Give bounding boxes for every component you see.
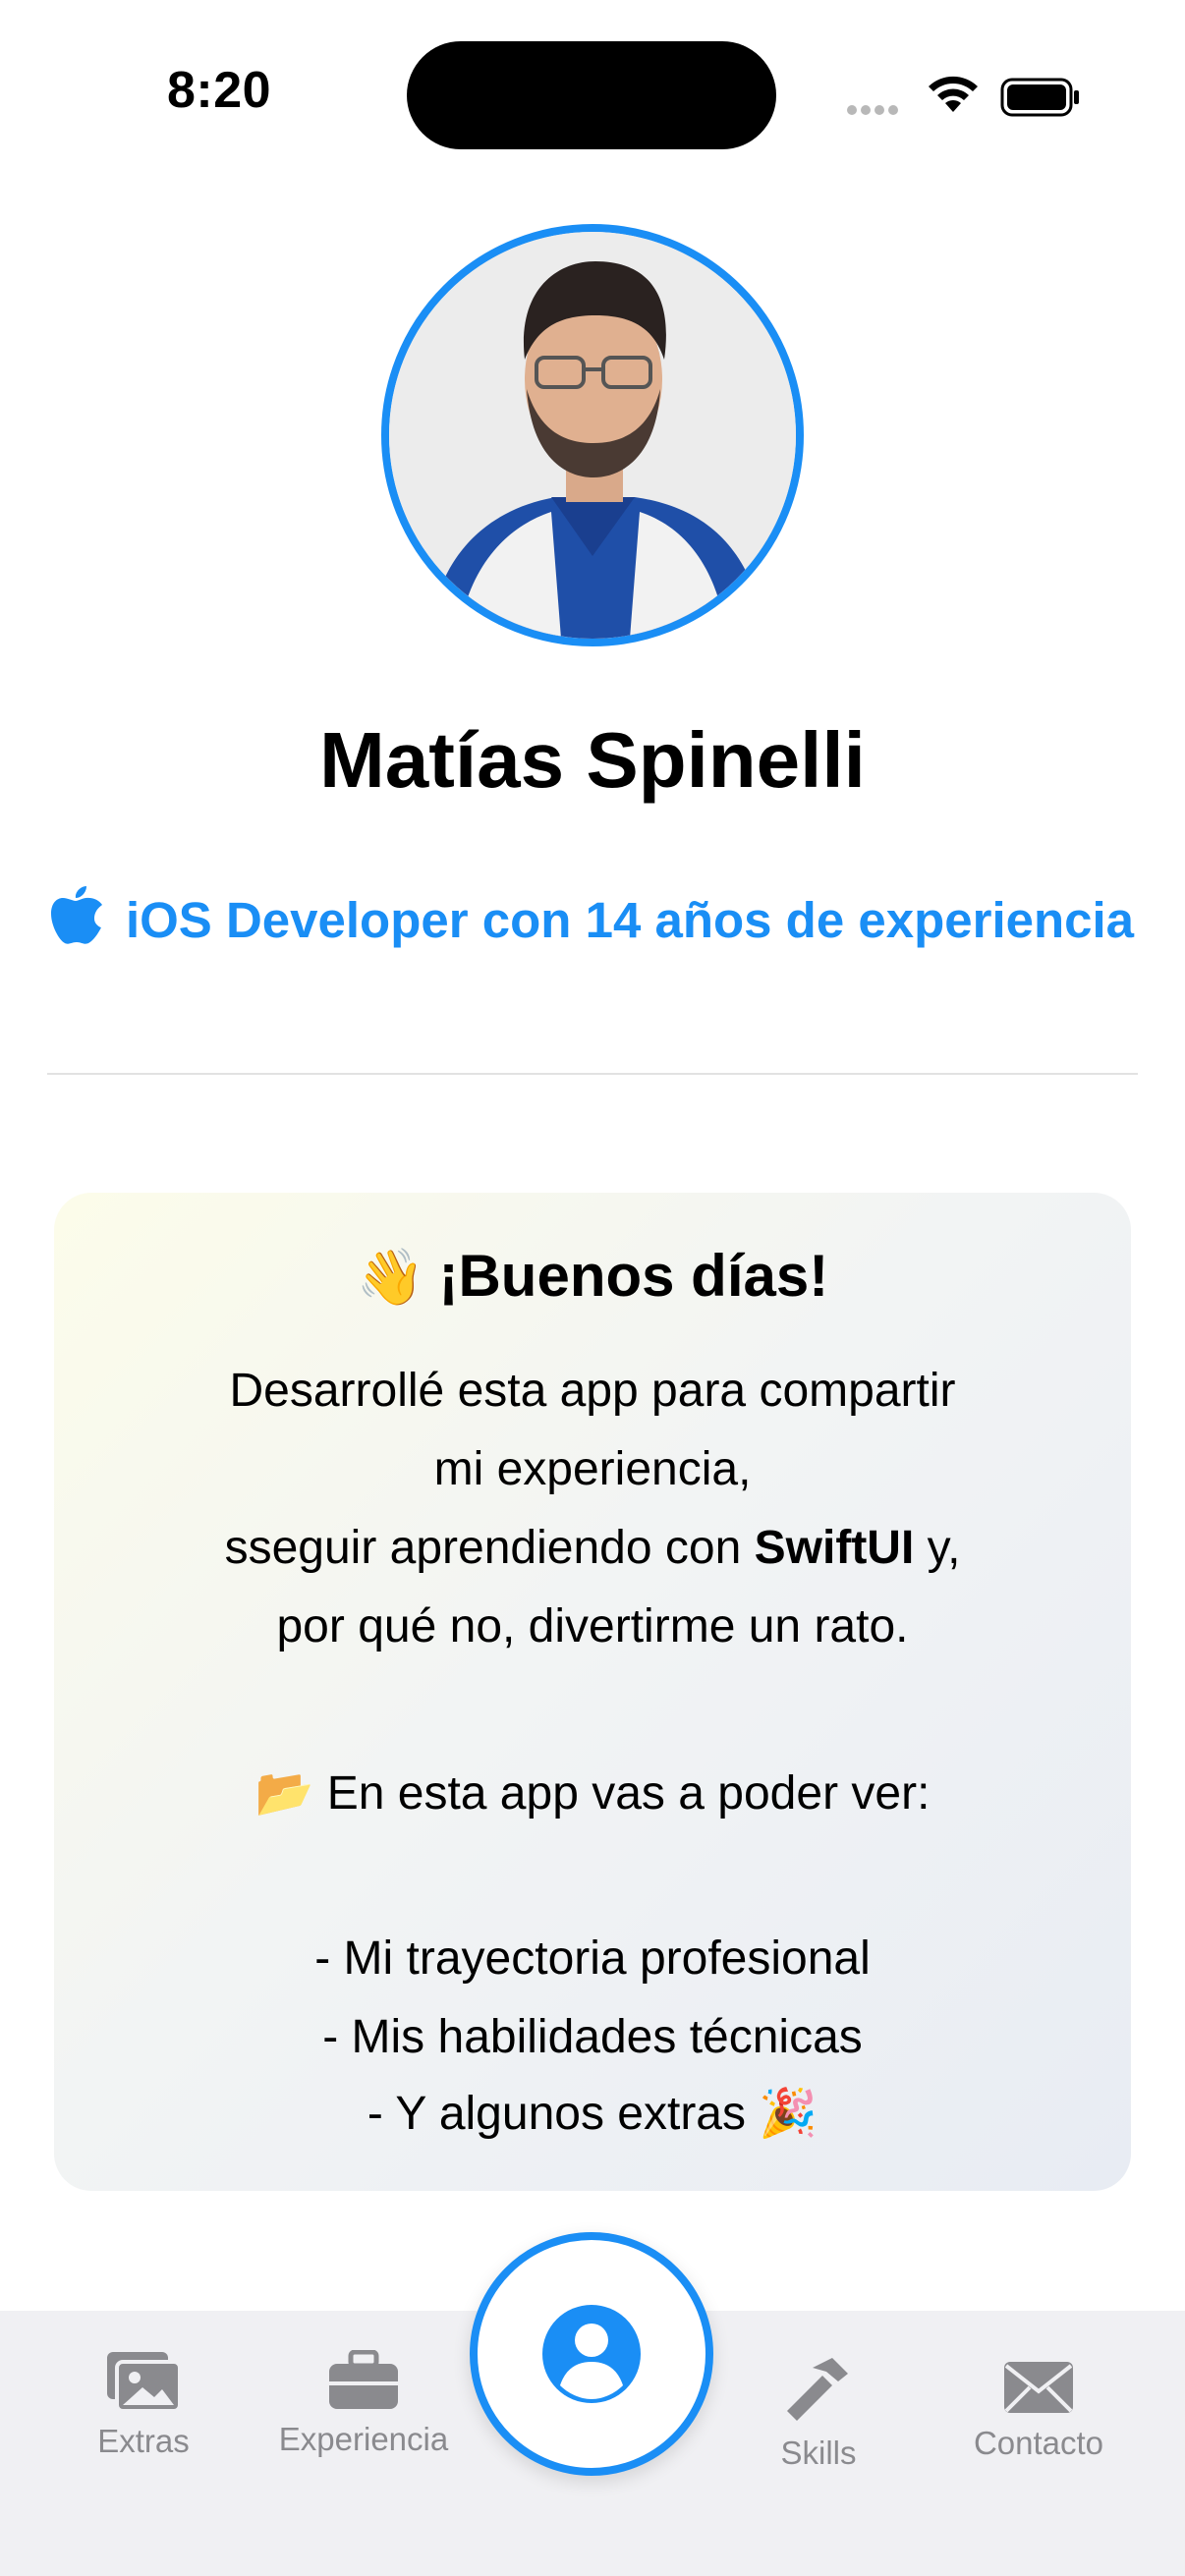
role-text: iOS Developer con 14 años de experiencia	[125, 892, 1135, 948]
intro-line-part: y,	[914, 1522, 961, 1574]
avatar	[389, 232, 796, 639]
status-indicators	[847, 69, 1083, 126]
feature-item: - Y algunos extras 🎉	[367, 2088, 818, 2140]
tab-label: Skills	[780, 2435, 857, 2471]
wifi-icon	[929, 76, 978, 112]
profile-name: Matías Spinelli	[319, 716, 866, 804]
envelope-icon	[1004, 2362, 1073, 2413]
tab-extras[interactable]: Extras	[77, 2350, 210, 2460]
profile-photo	[381, 224, 804, 646]
waving-hand-icon: 👋	[356, 1246, 425, 1308]
intro-line: mi experiencia,	[433, 1443, 752, 1495]
signal-dots-icon	[847, 102, 902, 120]
tab-skills[interactable]: Skills	[757, 2354, 880, 2472]
briefcase-icon	[329, 2350, 398, 2409]
tab-experiencia[interactable]: Experiencia	[265, 2350, 462, 2458]
intro-line: por qué no, divertirme un rato.	[276, 1600, 909, 1652]
photo-stack-icon	[107, 2352, 182, 2413]
apple-logo-icon	[50, 886, 102, 944]
person-circle-icon	[542, 2305, 641, 2403]
tab-label: Experiencia	[278, 2421, 449, 2457]
tab-label: Contacto	[973, 2425, 1104, 2461]
intro-line: Desarrollé esta app para compartir	[229, 1365, 956, 1417]
intro-text: Desarrollé esta app para compartir mi ex…	[54, 1352, 1131, 1666]
tab-label: Extras	[97, 2423, 190, 2459]
swiftui-highlight: SwiftUI	[754, 1522, 915, 1574]
divider	[47, 1073, 1138, 1075]
battery-icon	[1000, 78, 1079, 117]
intro-line-part: sseguir aprendiendo con	[224, 1522, 755, 1574]
feature-item: - Mis habilidades técnicas	[322, 2011, 863, 2063]
greeting-text: ¡Buenos días!	[438, 1243, 829, 1309]
profile-role: iOS Developer con 14 años de experiencia	[0, 886, 1185, 949]
dynamic-island	[407, 41, 776, 149]
greeting-title: 👋 ¡Buenos días!	[54, 1242, 1131, 1310]
hammer-icon	[787, 2358, 848, 2421]
welcome-card: 👋 ¡Buenos días! Desarrollé esta app para …	[54, 1193, 1131, 2191]
features-heading: 📂 En esta app vas a poder ver:	[254, 1767, 931, 1820]
status-time: 8:20	[166, 62, 272, 119]
tab-contacto[interactable]: Contacto	[963, 2360, 1114, 2462]
tab-profile-button[interactable]	[470, 2232, 713, 2476]
feature-item: - Mi trayectoria profesional	[314, 1932, 871, 1985]
intro-line: sseguir aprendiendo con SwiftUI y,	[54, 1509, 1131, 1588]
